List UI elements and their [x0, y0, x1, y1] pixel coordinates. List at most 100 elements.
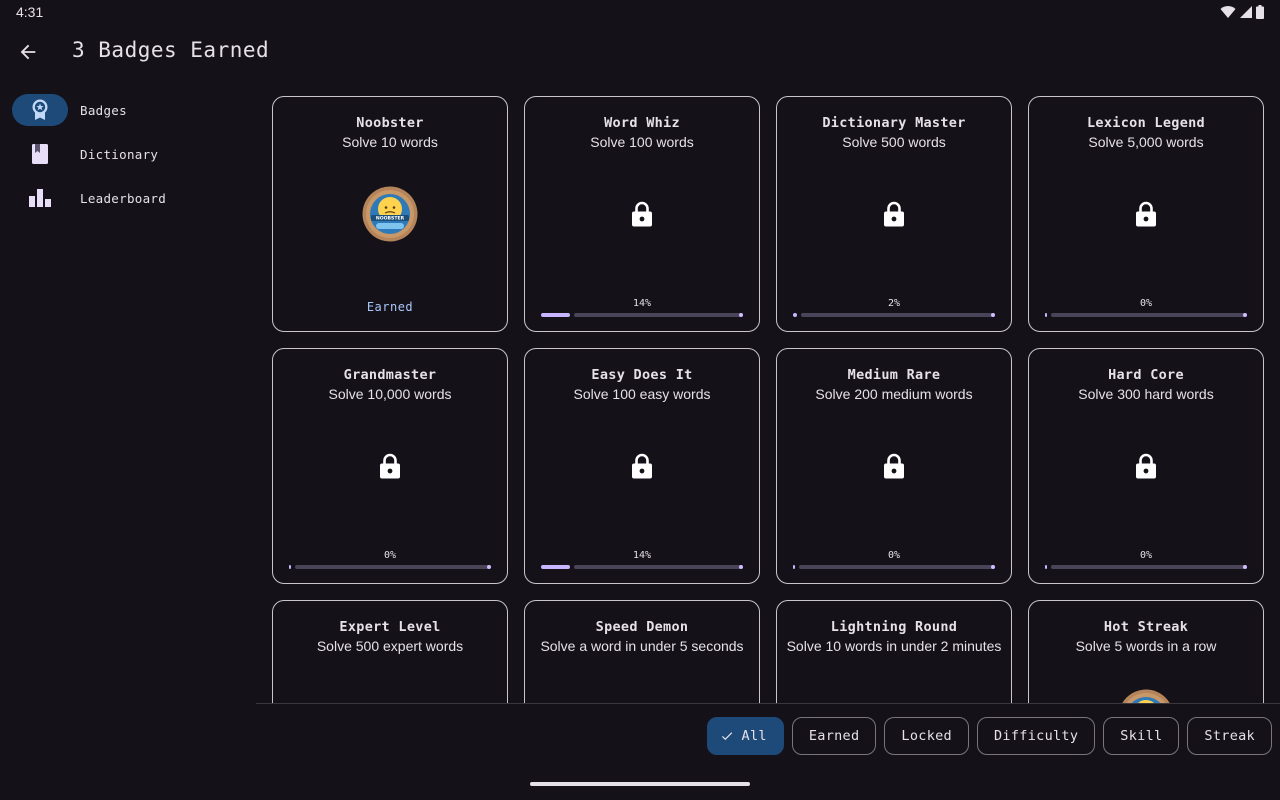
- badge-card-dictionary-master[interactable]: Dictionary Master Solve 500 words 2%: [776, 96, 1012, 332]
- badge-lock: [866, 690, 922, 703]
- badge-card-word-whiz[interactable]: Word Whiz Solve 100 words 14%: [524, 96, 760, 332]
- badge-description: Solve 300 hard words: [1078, 386, 1214, 402]
- badge-lock: [362, 438, 418, 494]
- side-navigation: Badges Dictionary Leaderboard: [12, 94, 252, 226]
- filter-chip-all[interactable]: All: [706, 717, 784, 755]
- progress-stop: [991, 565, 995, 569]
- badge-lock: [614, 186, 670, 242]
- badge-progress-bar: [793, 565, 995, 569]
- progress-stop: [1243, 565, 1247, 569]
- progress-fill: [793, 565, 795, 569]
- badge-card-lexicon-legend[interactable]: Lexicon Legend Solve 5,000 words 0%: [1028, 96, 1264, 332]
- badge-description: Solve 200 medium words: [815, 386, 973, 402]
- badge-progress-bar: [1045, 565, 1247, 569]
- badge-title: Medium Rare: [847, 367, 941, 383]
- badge-lock: [614, 438, 670, 494]
- nav-item-badges[interactable]: Badges: [12, 94, 252, 126]
- badge-card-noobster[interactable]: Noobster Solve 10 words NOOBSTER Earned: [272, 96, 508, 332]
- filter-chip-skill[interactable]: Skill: [1103, 717, 1180, 755]
- divider: [256, 703, 1280, 704]
- status-time: 4:31: [16, 4, 44, 20]
- badge-card-hard-core[interactable]: Hard Core Solve 300 hard words 0%: [1028, 348, 1264, 584]
- filter-chip-earned[interactable]: Earned: [791, 717, 877, 755]
- page-title: 3 Badges Earned: [72, 38, 270, 62]
- badge-card-lightning-round[interactable]: Lightning Round Solve 10 words in under 2…: [776, 600, 1012, 703]
- progress-fill: [541, 565, 570, 569]
- badge-lock: [866, 438, 922, 494]
- badge-progress-bar: [289, 565, 491, 569]
- badge-description: Solve 5,000 words: [1088, 134, 1204, 150]
- filter-chip-streak[interactable]: Streak: [1187, 717, 1272, 755]
- badge-card-hot-streak[interactable]: Hot Streak Solve 5 words in a row: [1028, 600, 1264, 703]
- progress-fill: [541, 313, 570, 317]
- badge-lock: [1118, 186, 1174, 242]
- badge-progress-bar: [541, 313, 743, 317]
- battery-icon: [1256, 5, 1264, 19]
- badge-grid: Noobster Solve 10 words NOOBSTER Earned Word…: [272, 96, 1264, 703]
- badge-title: Hot Streak: [1103, 619, 1189, 635]
- filter-chip-label: All: [741, 728, 767, 744]
- badge-description: Solve 500 expert words: [316, 638, 464, 654]
- badge-title: Noobster: [356, 115, 424, 131]
- badge-progress-percent: 0%: [1139, 550, 1153, 561]
- filter-chip-label: Locked: [901, 728, 952, 744]
- lock-icon: [884, 453, 904, 479]
- badge-lock: [866, 186, 922, 242]
- badge-progress-percent: 14%: [632, 550, 652, 561]
- bar-chart-icon: [29, 189, 51, 207]
- lock-icon: [380, 453, 400, 479]
- badge-card-medium-rare[interactable]: Medium Rare Solve 200 medium words 0%: [776, 348, 1012, 584]
- progress-stop: [739, 565, 743, 569]
- badge-card-speed-demon[interactable]: Speed Demon Solve a word in under 5 secon…: [524, 600, 760, 703]
- wifi-icon: [1220, 6, 1236, 19]
- badge-card-grandmaster[interactable]: Grandmaster Solve 10,000 words 0%: [272, 348, 508, 584]
- filter-chip-locked[interactable]: Locked: [884, 717, 969, 755]
- nav-label-leaderboard: Leaderboard: [80, 190, 167, 206]
- badge-card-easy-does-it[interactable]: Easy Does It Solve 100 easy words 14%: [524, 348, 760, 584]
- badge-description: Solve a word in under 5 seconds: [540, 638, 744, 654]
- filter-chip-label: Earned: [808, 728, 860, 744]
- progress-track: [574, 565, 743, 569]
- lock-icon: [884, 201, 904, 227]
- badge-card-expert-level[interactable]: Expert Level Solve 500 expert words: [272, 600, 508, 703]
- back-button[interactable]: [12, 36, 44, 68]
- badge-progress-bar: [541, 565, 743, 569]
- arrow-back-icon: [20, 44, 36, 60]
- progress-stop: [991, 313, 995, 317]
- progress-fill: [289, 565, 291, 569]
- home-indicator[interactable]: [530, 782, 750, 786]
- badge-title: Speed Demon: [595, 619, 689, 635]
- filter-chip-label: Difficulty: [994, 728, 1079, 744]
- filter-chip-difficulty[interactable]: Difficulty: [977, 717, 1096, 755]
- nav-item-dictionary[interactable]: Dictionary: [12, 138, 252, 170]
- badge-lock: [1118, 438, 1174, 494]
- badge-title: Hard Core: [1108, 367, 1184, 383]
- badge-progress-percent: 0%: [887, 550, 901, 561]
- badge-title: Grandmaster: [343, 367, 437, 383]
- progress-stop: [1243, 313, 1247, 317]
- progress-fill: [793, 313, 797, 317]
- progress-track: [1051, 313, 1247, 317]
- medal-icon: NOOBSTER: [362, 186, 418, 242]
- progress-fill: [1045, 313, 1047, 317]
- medal-label: NOOBSTER: [376, 216, 405, 222]
- cell-signal-icon: [1240, 6, 1252, 18]
- badge-description: Solve 500 words: [842, 134, 946, 150]
- badge-progress-percent: 0%: [383, 550, 397, 561]
- badge-progress-percent: 0%: [1139, 298, 1153, 309]
- filter-chip-label: Skill: [1120, 728, 1163, 744]
- filter-chip-label: Streak: [1204, 728, 1255, 744]
- badge-description: Solve 100 words: [590, 134, 694, 150]
- nav-item-leaderboard[interactable]: Leaderboard: [12, 182, 252, 214]
- lock-icon: [632, 453, 652, 479]
- lock-icon: [632, 201, 652, 227]
- badge-earned-label: Earned: [366, 300, 414, 314]
- lock-icon: [1136, 453, 1156, 479]
- progress-track: [1051, 565, 1247, 569]
- status-bar: 4:31: [0, 0, 1280, 24]
- badge-progress-percent: 14%: [632, 298, 652, 309]
- badge-grid-scroll[interactable]: Noobster Solve 10 words NOOBSTER Earned Word…: [256, 80, 1280, 703]
- progress-track: [801, 313, 995, 317]
- badge-title: Word Whiz: [604, 115, 680, 131]
- progress-fill: [1045, 565, 1047, 569]
